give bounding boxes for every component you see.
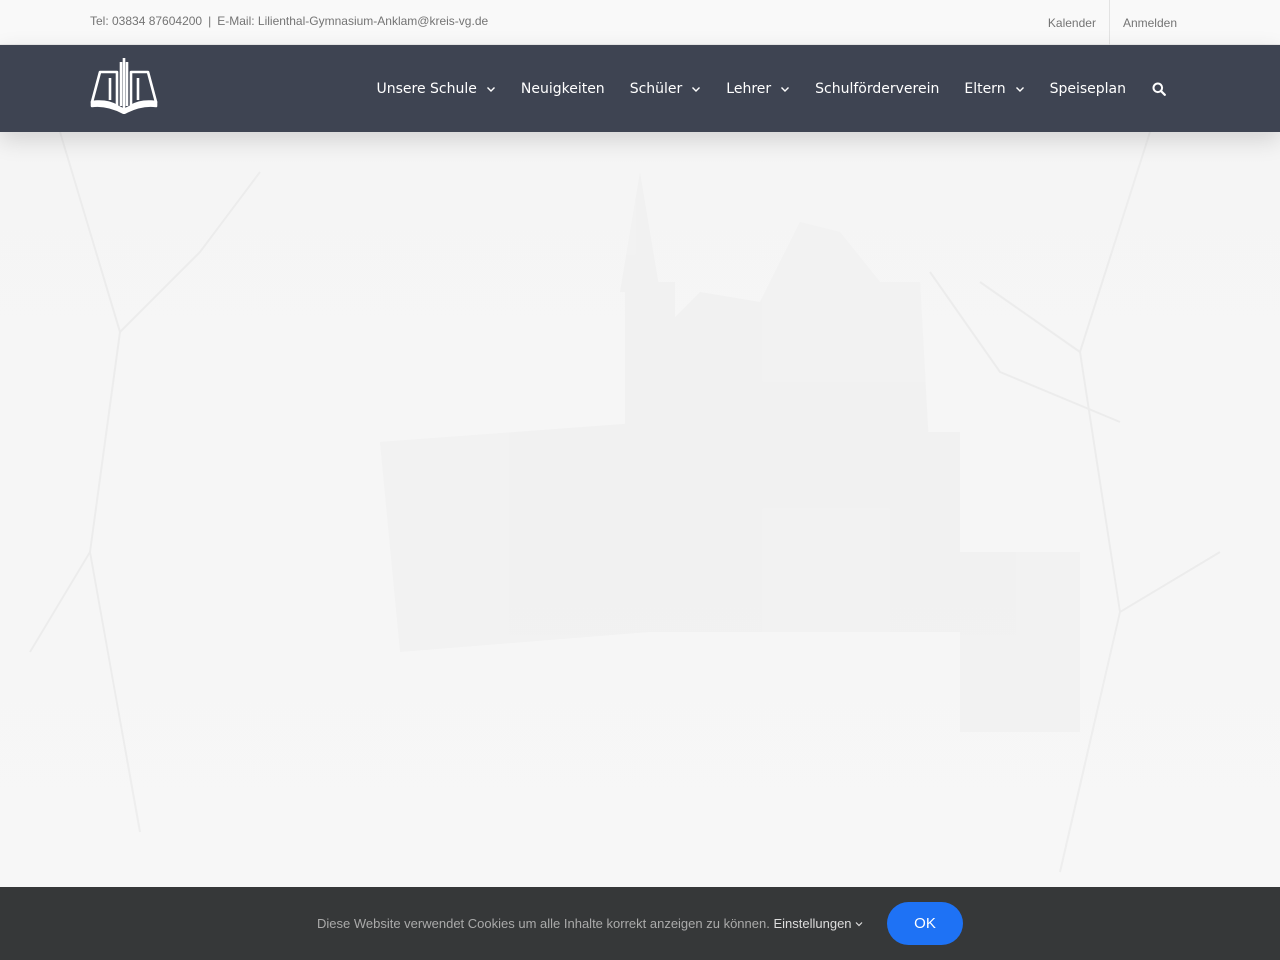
nav-label: Schulförderverein (815, 80, 940, 97)
chevron-down-icon (781, 86, 790, 92)
top-links: Kalender Anmelden (1035, 0, 1190, 45)
main-header: Unsere Schule Neuigkeiten Schüler Lehrer… (0, 45, 1280, 132)
chevron-down-icon (1015, 86, 1024, 92)
search-icon[interactable] (1152, 82, 1166, 96)
nav-item-lehrer[interactable]: Lehrer (726, 81, 790, 97)
chevron-down-icon (692, 86, 701, 92)
email-address[interactable]: E-Mail: Lilienthal-Gymnasium-Anklam@krei… (217, 14, 488, 28)
nav-item-schulfoerderverein[interactable]: Schulförderverein (815, 81, 939, 97)
book-pillars-logo-icon (90, 58, 158, 115)
nav-item-unsere-schule[interactable]: Unsere Schule (376, 81, 495, 97)
login-link[interactable]: Anmelden (1110, 0, 1190, 45)
nav-label: Neuigkeiten (520, 80, 605, 97)
school-logo[interactable] (90, 56, 158, 115)
nav-item-schueler[interactable]: Schüler (630, 81, 702, 97)
contact-separator: | (208, 14, 212, 28)
cookie-ok-button[interactable]: OK (887, 902, 963, 945)
contact-info: Tel: 03834 87604200 | E-Mail: Lilienthal-G… (90, 14, 488, 28)
top-bar: Tel: 03834 87604200 | E-Mail: Lilienthal-G… (0, 0, 1280, 45)
cookie-banner: Diese Website verwendet Cookies um alle … (0, 887, 1280, 960)
nav-label: Lehrer (726, 80, 772, 97)
nav-label: Speiseplan (1049, 80, 1126, 97)
nav-item-neuigkeiten[interactable]: Neuigkeiten (521, 81, 605, 97)
nav-label: Unsere Schule (376, 80, 477, 97)
nav-label: Schüler (629, 80, 683, 97)
cookie-settings-link[interactable]: Einstellungen (773, 916, 863, 931)
faded-church-backdrop (29, 132, 1221, 873)
chevron-down-icon (486, 86, 495, 92)
nav-item-eltern[interactable]: Eltern (964, 81, 1024, 97)
chevron-down-icon (855, 922, 863, 927)
phone-number: Tel: 03834 87604200 (90, 14, 203, 28)
cookie-text: Diese Website verwendet Cookies um alle … (317, 916, 770, 931)
calendar-link[interactable]: Kalender (1035, 0, 1110, 45)
cookie-settings-label: Einstellungen (773, 916, 852, 931)
nav-item-speiseplan[interactable]: Speiseplan (1050, 81, 1126, 97)
nav-label: Eltern (964, 80, 1006, 97)
hero-image (0, 132, 1280, 887)
main-navigation: Unsere Schule Neuigkeiten Schüler Lehrer… (376, 45, 1166, 132)
cookie-message: Diese Website verwendet Cookies um alle … (317, 916, 863, 931)
